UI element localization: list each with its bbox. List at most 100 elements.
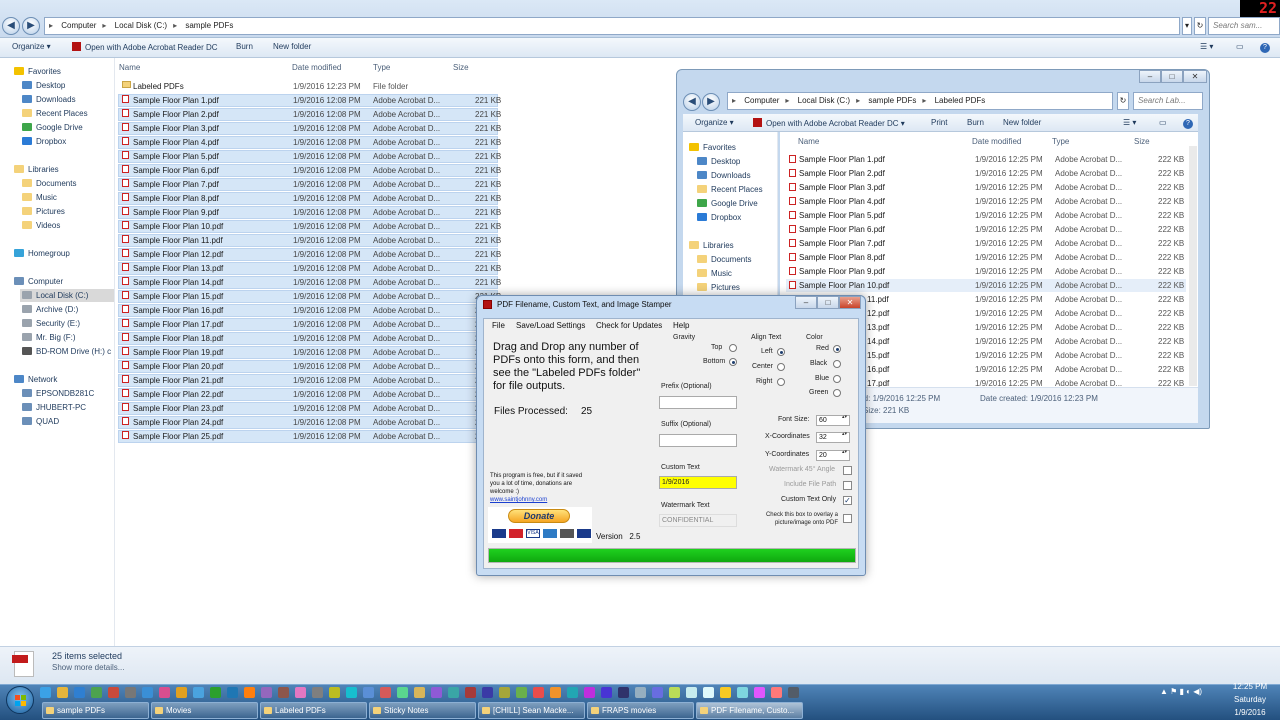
- quick-launch-icon[interactable]: [193, 687, 204, 698]
- refresh-icon[interactable]: ↻: [1117, 92, 1129, 110]
- file-row[interactable]: Sample Floor Plan 4.pdf 1/9/2016 12:25 PM…: [786, 195, 1186, 208]
- nav-favorites[interactable]: Favorites: [14, 67, 61, 76]
- align-center-radio[interactable]: [777, 363, 785, 371]
- nav-epson[interactable]: EPSONDB281C: [22, 389, 94, 398]
- taskbar-button[interactable]: PDF Filename, Custo...: [696, 702, 803, 719]
- nav-libraries[interactable]: Libraries: [14, 165, 59, 174]
- nav-google-drive[interactable]: Google Drive: [697, 199, 758, 208]
- file-row[interactable]: Sample Floor Plan 6.pdf 1/9/2016 12:08 PM…: [118, 164, 501, 177]
- nav-desktop[interactable]: Desktop: [697, 157, 740, 166]
- quick-launch-icon[interactable]: [720, 687, 731, 698]
- file-row[interactable]: Sample Floor Plan 23.pdf 1/9/2016 12:08 P…: [118, 402, 501, 415]
- nav-libraries[interactable]: Libraries: [689, 241, 734, 250]
- nav-pictures[interactable]: Pictures: [697, 283, 740, 292]
- quick-launch-icon[interactable]: [635, 687, 646, 698]
- file-row[interactable]: Sample Floor Plan 7.pdf 1/9/2016 12:08 PM…: [118, 178, 501, 191]
- file-row[interactable]: Sample Floor Plan 2.pdf 1/9/2016 12:25 PM…: [786, 167, 1186, 180]
- help-icon[interactable]: ?: [1183, 118, 1193, 129]
- color-green-radio[interactable]: [833, 389, 841, 397]
- forward-button[interactable]: ▶: [702, 93, 720, 111]
- quick-launch-icon[interactable]: [788, 687, 799, 698]
- quick-launch-icon[interactable]: [261, 687, 272, 698]
- quick-launch-icon[interactable]: [295, 687, 306, 698]
- file-row[interactable]: Sample Floor Plan 7.pdf 1/9/2016 12:25 PM…: [786, 237, 1186, 250]
- nav-archive[interactable]: Archive (D:): [22, 305, 78, 314]
- folder-row[interactable]: Labeled PDFs 1/9/2016 12:23 PM File fold…: [118, 80, 498, 93]
- taskbar-button[interactable]: Movies: [151, 702, 258, 719]
- quick-launch-icon[interactable]: [108, 687, 119, 698]
- menu-help[interactable]: Help: [673, 321, 689, 330]
- align-left-radio[interactable]: [777, 348, 785, 356]
- nav-documents[interactable]: Documents: [697, 255, 751, 264]
- quick-launch-icon[interactable]: [754, 687, 765, 698]
- scrollbar[interactable]: [1189, 146, 1197, 386]
- align-right-radio[interactable]: [777, 378, 785, 386]
- menu-save-load[interactable]: Save/Load Settings: [516, 321, 585, 330]
- custom-text-input[interactable]: 1/9/2016: [659, 476, 737, 489]
- website-link[interactable]: www.saintjohnny.com: [490, 497, 547, 503]
- nav-videos[interactable]: Videos: [22, 221, 60, 230]
- file-row[interactable]: Sample Floor Plan 15.pdf 1/9/2016 12:08 P…: [118, 290, 501, 303]
- column-type[interactable]: Type: [1052, 137, 1069, 146]
- column-name[interactable]: Name: [798, 137, 819, 146]
- file-row[interactable]: Sample Floor Plan 5.pdf 1/9/2016 12:25 PM…: [786, 209, 1186, 222]
- quick-launch-icon[interactable]: [312, 687, 323, 698]
- nav-local-disk[interactable]: Local Disk (C:): [20, 289, 114, 302]
- color-red-radio[interactable]: [833, 345, 841, 353]
- nav-quad[interactable]: QUAD: [22, 417, 59, 426]
- breadcrumb[interactable]: ▸ Computer ▸ Local Disk (C:) ▸ sample PDFs…: [727, 92, 1113, 110]
- refresh-icon[interactable]: ↻: [1194, 17, 1206, 35]
- nav-downloads[interactable]: Downloads: [22, 95, 76, 104]
- file-row[interactable]: Sample Floor Plan 2.pdf 1/9/2016 12:08 PM…: [118, 108, 501, 121]
- minimize-button[interactable]: –: [1139, 70, 1161, 83]
- view-options-icon[interactable]: ☰ ▾: [1200, 42, 1213, 51]
- nav-network[interactable]: Network: [14, 375, 57, 384]
- close-button[interactable]: ✕: [839, 296, 861, 309]
- breadcrumb-sample-pdfs[interactable]: sample PDFs: [185, 21, 233, 30]
- column-size[interactable]: Size: [1134, 137, 1150, 146]
- quick-launch-icon[interactable]: [516, 687, 527, 698]
- quick-launch-icon[interactable]: [346, 687, 357, 698]
- font-size-stepper[interactable]: 60: [816, 415, 850, 426]
- menu-file[interactable]: File: [492, 321, 505, 330]
- column-size[interactable]: Size: [453, 63, 469, 72]
- custom-text-only-checkbox[interactable]: ✓: [843, 496, 852, 505]
- quick-launch-icon[interactable]: [142, 687, 153, 698]
- quick-launch-icon[interactable]: [499, 687, 510, 698]
- nav-pictures[interactable]: Pictures: [22, 207, 65, 216]
- file-row[interactable]: Sample Floor Plan 21.pdf 1/9/2016 12:08 P…: [118, 374, 501, 387]
- quick-launch-icon[interactable]: [771, 687, 782, 698]
- show-more-details-link[interactable]: Show more details...: [52, 663, 124, 672]
- quick-launch-icon[interactable]: [91, 687, 102, 698]
- preview-pane-icon[interactable]: ▭: [1236, 42, 1244, 51]
- menu-check-updates[interactable]: Check for Updates: [596, 321, 662, 330]
- file-row[interactable]: Sample Floor Plan 22.pdf 1/9/2016 12:08 P…: [118, 388, 501, 401]
- breadcrumb-local-disk[interactable]: Local Disk (C:): [798, 96, 850, 105]
- nav-desktop[interactable]: Desktop: [22, 81, 65, 90]
- nav-music[interactable]: Music: [22, 193, 57, 202]
- file-row[interactable]: Sample Floor Plan 8.pdf 1/9/2016 12:08 PM…: [118, 192, 501, 205]
- suffix-input[interactable]: [659, 434, 737, 447]
- quick-launch-icon[interactable]: [278, 687, 289, 698]
- file-row[interactable]: Sample Floor Plan 1.pdf 1/9/2016 12:08 PM…: [118, 94, 501, 107]
- column-type[interactable]: Type: [373, 63, 390, 72]
- file-row[interactable]: Sample Floor Plan 14.pdf 1/9/2016 12:08 P…: [118, 276, 501, 289]
- clock-time[interactable]: 12:25 PM: [1220, 682, 1280, 691]
- quick-launch-icon[interactable]: [159, 687, 170, 698]
- gravity-top-radio[interactable]: [729, 344, 737, 352]
- nav-computer[interactable]: Computer: [14, 277, 63, 286]
- close-button[interactable]: ✕: [1183, 70, 1207, 83]
- quick-launch-icon[interactable]: [737, 687, 748, 698]
- quick-launch-icon[interactable]: [176, 687, 187, 698]
- x-coord-stepper[interactable]: 32: [816, 432, 850, 443]
- burn-button[interactable]: Burn: [967, 118, 984, 127]
- quick-launch-icon[interactable]: [669, 687, 680, 698]
- tray-icons[interactable]: ▲ ⚑ ▮ ◐ ◀): [1160, 687, 1202, 696]
- start-button[interactable]: [6, 686, 34, 714]
- breadcrumb-computer[interactable]: Computer: [61, 21, 96, 30]
- quick-launch-icon[interactable]: [329, 687, 340, 698]
- taskbar-button[interactable]: sample PDFs: [42, 702, 149, 719]
- y-coord-stepper[interactable]: 20: [816, 450, 850, 461]
- organize-button[interactable]: Organize ▾: [695, 118, 734, 127]
- organize-button[interactable]: Organize ▾: [12, 42, 51, 51]
